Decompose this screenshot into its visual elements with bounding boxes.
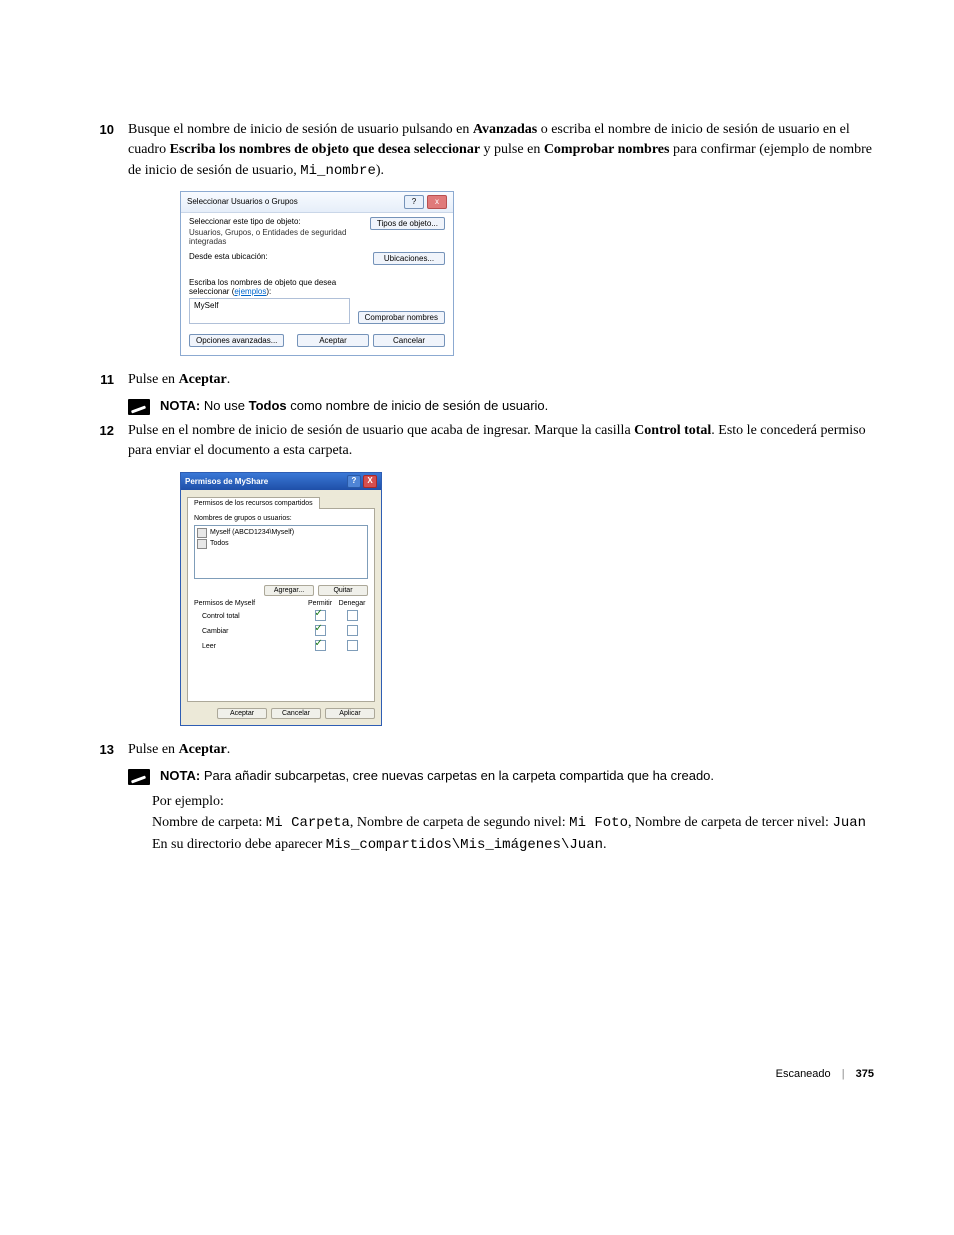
examples-link[interactable]: ejemplos [234,287,266,296]
allow-column: Permitir [304,600,336,607]
ok-button[interactable]: Aceptar [297,334,369,347]
example-line-3: En su directorio debe aparecer Mis_compa… [152,834,874,856]
note-icon [128,399,150,415]
step-10: 10 Busque el nombre de inicio de sesión … [80,120,874,181]
add-button[interactable]: Agregar... [264,585,314,596]
note-label: NOTA: [160,398,200,413]
deny-change-checkbox[interactable] [347,625,358,636]
object-type-label: Seleccionar este tipo de objeto: [189,217,362,226]
locations-button[interactable]: Ubicaciones... [373,252,445,265]
cancel-button[interactable]: Cancelar [271,708,321,719]
allow-read-checkbox[interactable] [315,640,326,651]
groups-users-label: Nombres de grupos o usuarios: [194,515,368,522]
perm-row-read: Leer [194,640,368,653]
example-block: Por ejemplo: Nombre de carpeta: Mi Carpe… [152,791,874,856]
deny-column: Denegar [336,600,368,607]
ok-button[interactable]: Aceptar [217,708,267,719]
footer-section: Escaneado [776,1068,831,1080]
groups-users-list[interactable]: Myself (ABCD1234\Myself) Todos [194,525,368,579]
group-icon [197,539,207,549]
location-value [189,263,365,272]
note-1: NOTA: No use Todos como nombre de inicio… [128,398,874,415]
deny-full-control-checkbox[interactable] [347,610,358,621]
apply-button[interactable]: Aplicar [325,708,375,719]
perm-row-change: Cambiar [194,625,368,638]
dialog-select-users-screenshot: Seleccionar Usuarios o Grupos ? x Selecc… [180,191,874,356]
close-icon[interactable]: X [363,475,377,488]
deny-read-checkbox[interactable] [347,640,358,651]
location-label: Desde esta ubicación: [189,252,365,261]
note-2: NOTA: Para añadir subcarpetas, cree nuev… [128,768,874,785]
object-types-button[interactable]: Tipos de objeto... [370,217,445,230]
note-label: NOTA: [160,768,200,783]
share-permissions-tab[interactable]: Permisos de los recursos compartidos [187,497,320,509]
user-icon [197,528,207,538]
list-item[interactable]: Myself (ABCD1234\Myself) [197,528,365,538]
step-number: 12 [80,421,128,462]
permissions-for-label: Permisos de Myself [194,600,304,607]
perm-row-full-control: Control total [194,610,368,623]
cancel-button[interactable]: Cancelar [373,334,445,347]
example-line-1: Por ejemplo: [152,791,874,812]
check-names-button[interactable]: Comprobar nombres [358,311,445,324]
page-number: 375 [856,1068,874,1080]
close-icon[interactable]: x [427,195,447,209]
object-type-value: Usuarios, Grupos, o Entidades de segurid… [189,228,362,246]
help-icon[interactable]: ? [404,195,424,209]
example-line-2: Nombre de carpeta: Mi Carpeta, Nombre de… [152,812,874,834]
step-text: Busque el nombre de inicio de sesión de … [128,120,874,181]
step-13: 13 Pulse en Aceptar. [80,740,874,760]
step-number: 10 [80,120,128,181]
dialog-permissions-screenshot: Permisos de MyShare ? X Permisos de los … [180,472,874,726]
page-footer: Escaneado | 375 [776,1068,874,1080]
remove-button[interactable]: Quitar [318,585,368,596]
step-number: 11 [80,370,128,390]
allow-change-checkbox[interactable] [315,625,326,636]
step-text: Pulse en el nombre de inicio de sesión d… [128,421,874,462]
help-icon[interactable]: ? [347,475,361,488]
dialog1-title: Seleccionar Usuarios o Grupos [187,197,298,206]
step-11: 11 Pulse en Aceptar. [80,370,874,390]
object-names-input[interactable]: MySelf [189,298,350,324]
list-item[interactable]: Todos [197,539,365,549]
step-text: Pulse en Aceptar. [128,370,874,390]
object-names-label: Escriba los nombres de objeto que desea … [189,278,350,296]
note-icon [128,769,150,785]
step-number: 13 [80,740,128,760]
allow-full-control-checkbox[interactable] [315,610,326,621]
step-text: Pulse en Aceptar. [128,740,874,760]
advanced-button[interactable]: Opciones avanzadas... [189,334,284,347]
step-12: 12 Pulse en el nombre de inicio de sesió… [80,421,874,462]
dialog2-title: Permisos de MyShare [185,477,268,486]
